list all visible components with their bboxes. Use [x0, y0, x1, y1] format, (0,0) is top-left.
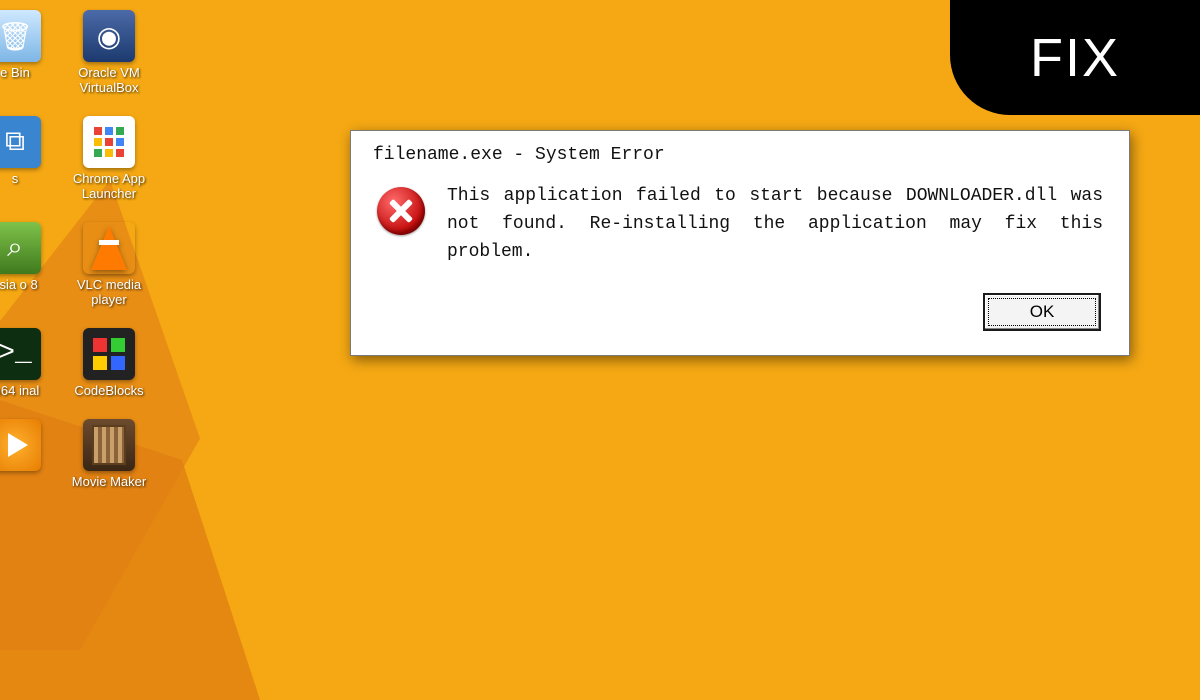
icon-label: Chrome App Launcher	[64, 172, 154, 202]
camtasia-icon: ⌕	[0, 222, 41, 274]
error-icon	[377, 187, 425, 235]
desktop-icon-codeblocks[interactable]: CodeBlocks	[64, 328, 154, 399]
desktop-icon-virtualbox[interactable]: ◉ Oracle VM VirtualBox	[64, 10, 154, 96]
icon-label: asia o 8	[0, 278, 60, 293]
terminal-icon: >_	[0, 328, 41, 380]
dialog-message: This application failed to start because…	[447, 183, 1103, 267]
recycle-bin-icon: 🗑	[0, 10, 41, 62]
desktop-icon-movie-maker[interactable]: Movie Maker	[64, 419, 154, 490]
icon-label: Movie Maker	[64, 475, 154, 490]
desktop-icon-generic[interactable]: ⧉ s	[0, 116, 60, 202]
fix-badge-label: FIX	[1030, 27, 1120, 89]
desktop-icon-vlc[interactable]: VLC media player	[64, 222, 154, 308]
desktop-icon-recycle-bin[interactable]: 🗑 e Bin	[0, 10, 60, 96]
icon-label: e Bin	[0, 66, 60, 81]
system-error-dialog: filename.exe - System Error This applica…	[350, 130, 1130, 356]
desktop-icon-media-player[interactable]	[0, 419, 60, 490]
ok-button[interactable]: OK	[983, 293, 1101, 331]
fix-badge: FIX	[950, 0, 1200, 115]
chrome-launcher-icon	[83, 116, 135, 168]
movie-maker-icon	[83, 419, 135, 471]
icon-label: in64 inal	[0, 384, 60, 399]
icon-label: Oracle VM VirtualBox	[64, 66, 154, 96]
desktop-icon-chrome-launcher[interactable]: Chrome App Launcher	[64, 116, 154, 202]
desktop-area: 🗑 e Bin ◉ Oracle VM VirtualBox ⧉ s Chrom…	[0, 0, 200, 627]
icon-label: CodeBlocks	[64, 384, 154, 399]
dialog-title: filename.exe - System Error	[351, 131, 1129, 173]
media-player-icon	[0, 419, 41, 471]
desktop-icon-terminal[interactable]: >_ in64 inal	[0, 328, 60, 399]
codeblocks-icon	[83, 328, 135, 380]
vlc-icon	[83, 222, 135, 274]
generic-icon: ⧉	[0, 116, 41, 168]
virtualbox-icon: ◉	[83, 10, 135, 62]
icon-label: s	[0, 172, 60, 187]
desktop-icon-camtasia[interactable]: ⌕ asia o 8	[0, 222, 60, 308]
icon-label: VLC media player	[64, 278, 154, 308]
